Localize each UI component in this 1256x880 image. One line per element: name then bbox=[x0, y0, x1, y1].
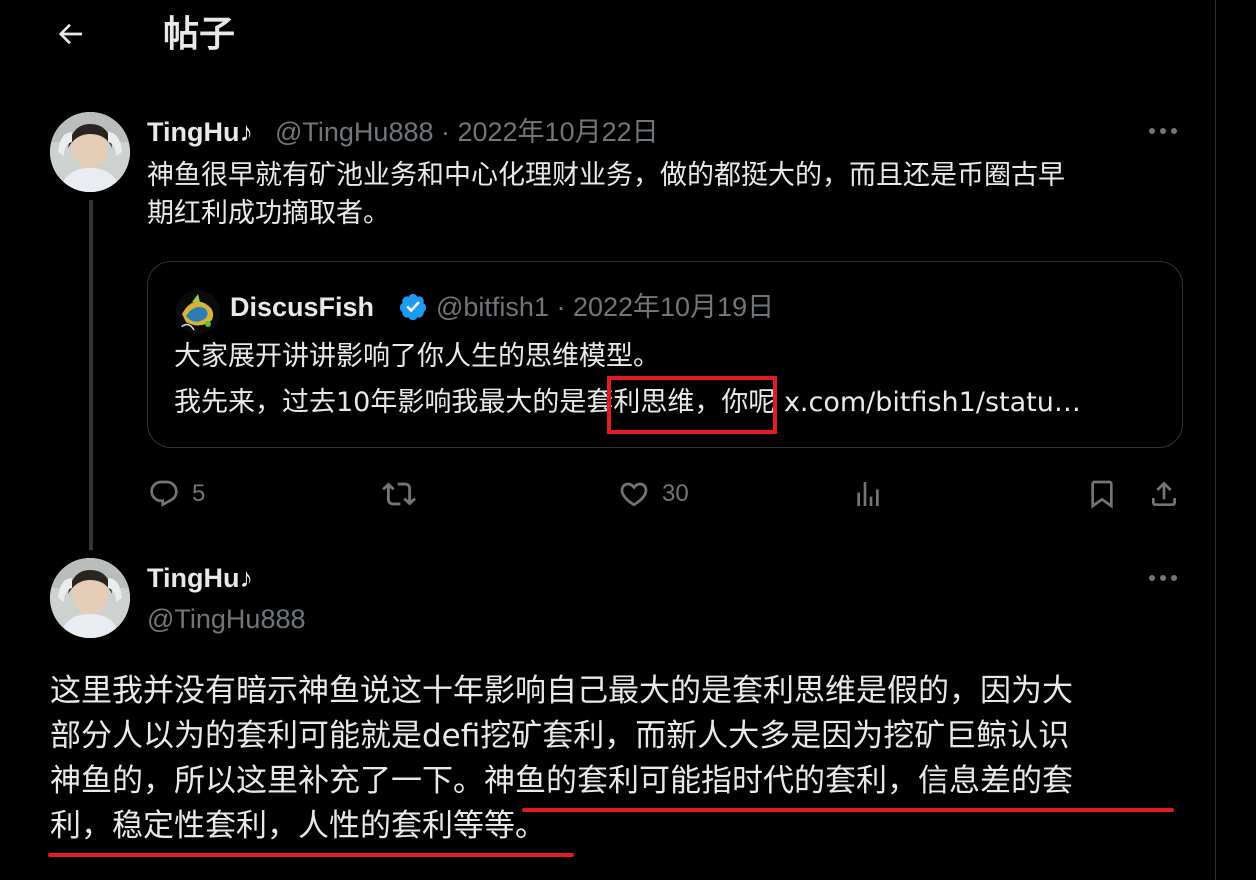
page-header: 帖子 bbox=[0, 0, 1215, 76]
heart-icon bbox=[620, 482, 648, 507]
like-button[interactable]: 30 bbox=[618, 474, 689, 514]
like-count: 30 bbox=[662, 480, 689, 507]
author-meta[interactable]: @TingHu888 · 2022年10月22日 bbox=[275, 114, 659, 150]
author-name[interactable]: TingHu♪ bbox=[147, 114, 253, 150]
tweet-text-line: 神鱼很早就有矿池业务和中心化理财业务，做的都挺大的，而且还是币圈古早 bbox=[147, 160, 1065, 191]
tweet-text-line: 期红利成功摘取者。 bbox=[147, 198, 390, 229]
reply-count: 5 bbox=[192, 480, 206, 507]
more-horizontal-icon bbox=[1149, 575, 1177, 581]
reply-icon bbox=[150, 480, 178, 507]
reply-text-line: 神鱼的，所以这里补充了一下。神鱼的套利可能指时代的套利，信息差的套 bbox=[50, 763, 1073, 799]
retweet-icon bbox=[382, 482, 416, 506]
retweet-button[interactable] bbox=[382, 474, 416, 514]
annotation-box bbox=[607, 376, 777, 434]
more-options-button[interactable] bbox=[1143, 563, 1183, 593]
avatar[interactable] bbox=[50, 112, 130, 192]
avatar[interactable] bbox=[50, 558, 130, 638]
reply-button[interactable]: 5 bbox=[148, 474, 205, 514]
views-button[interactable] bbox=[852, 474, 884, 514]
author-handle[interactable]: @TingHu888 bbox=[147, 601, 306, 637]
verified-badge-icon bbox=[399, 293, 427, 321]
more-horizontal-icon bbox=[1149, 128, 1177, 134]
tweet-text: 神鱼很早就有矿池业务和中心化理财业务，做的都挺大的，而且还是币圈古早 期红利成功… bbox=[147, 157, 1187, 233]
page-title: 帖子 bbox=[163, 14, 236, 55]
annotation-underline bbox=[522, 808, 1174, 812]
reply-text-line: 部分人以为的套利可能就是defi挖矿套利，而新人大多是因为挖矿巨鲸认识 bbox=[50, 718, 1070, 754]
annotation-underline bbox=[48, 853, 574, 857]
column-divider bbox=[1215, 0, 1216, 880]
analytics-icon bbox=[857, 482, 879, 506]
quoted-author-name[interactable]: DiscusFish bbox=[230, 288, 374, 326]
quoted-tweet-card[interactable]: DiscusFish @bitfish1 · 2022年10月19日 大家展开讲… bbox=[147, 261, 1183, 448]
bookmark-icon bbox=[1091, 480, 1113, 509]
share-icon bbox=[1152, 481, 1176, 506]
arrow-left-icon bbox=[58, 23, 82, 45]
reply-text-line: 这里我并没有暗示神鱼说这十年影响自己最大的是套利思维是假的，因为大 bbox=[50, 673, 1073, 709]
more-options-button[interactable] bbox=[1143, 116, 1183, 146]
quoted-text-line: 大家展开讲讲影响了你人生的思维模型。 bbox=[174, 341, 660, 372]
quoted-author-meta[interactable]: @bitfish1 · 2022年10月19日 bbox=[436, 288, 774, 326]
thread-connector bbox=[89, 200, 93, 550]
author-name[interactable]: TingHu♪ bbox=[147, 560, 253, 596]
reply-text: 这里我并没有暗示神鱼说这十年影响自己最大的是套利思维是假的，因为大 部分人以为的… bbox=[50, 669, 1190, 849]
bookmark-button[interactable] bbox=[1086, 474, 1118, 514]
quoted-avatar[interactable] bbox=[176, 290, 220, 334]
back-button[interactable] bbox=[48, 12, 92, 56]
share-button[interactable] bbox=[1148, 474, 1180, 514]
